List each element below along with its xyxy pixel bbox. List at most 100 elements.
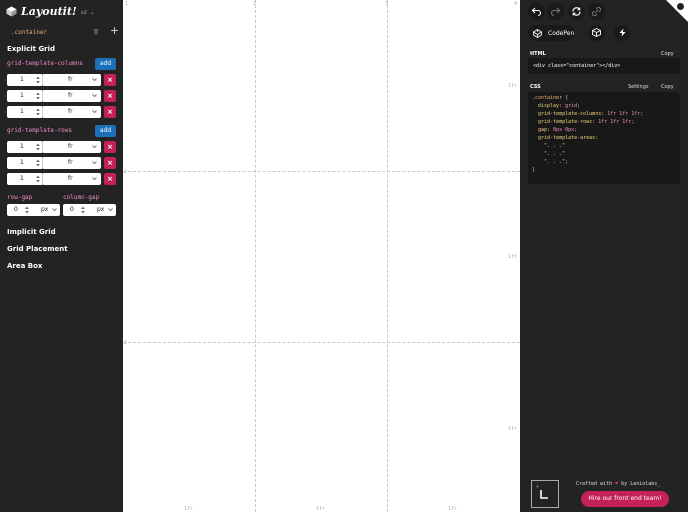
css-property: display: bbox=[538, 103, 563, 109]
css-property: gap: bbox=[538, 127, 551, 133]
column-unit-value: fr bbox=[68, 76, 73, 83]
row-size-input[interactable]: 1 bbox=[7, 173, 43, 185]
chevron-down-icon[interactable]: ⌄ bbox=[90, 9, 95, 16]
column-size-input[interactable]: 1 bbox=[7, 90, 43, 102]
column-unit-select[interactable]: fr bbox=[42, 90, 101, 102]
crafted-suffix[interactable]: by Leniolabs_ bbox=[621, 481, 660, 487]
codepen-button[interactable]: CodePen bbox=[528, 25, 575, 41]
css-line: grid-template-columns: 1fr 1fr 1fr; bbox=[532, 110, 680, 118]
stackblitz-button[interactable] bbox=[614, 25, 631, 41]
css-settings-button[interactable]: Settings bbox=[628, 84, 649, 90]
undo-icon bbox=[531, 7, 542, 17]
delete-row-button[interactable]: × bbox=[104, 173, 116, 185]
copy-css-button[interactable]: Copy bbox=[661, 84, 674, 90]
code-panel: CodePen HTML Copy <div class="container"… bbox=[520, 0, 688, 512]
spinner-icon[interactable] bbox=[36, 143, 40, 151]
codepen-icon bbox=[533, 28, 542, 38]
column-track-row: 1 fr × bbox=[7, 90, 116, 102]
spinner-icon[interactable] bbox=[81, 206, 85, 214]
css-code-box[interactable]: .container { display: grid; grid-templat… bbox=[528, 92, 680, 184]
row-line-number: 2 bbox=[124, 169, 128, 175]
brand[interactable]: Layoutit! v2 ⌄ bbox=[6, 4, 95, 18]
undo-button[interactable] bbox=[528, 3, 545, 20]
column-line-number: 1 bbox=[125, 1, 129, 7]
css-area-row: ". . ." bbox=[544, 151, 566, 157]
delete-column-button[interactable]: × bbox=[104, 106, 116, 118]
column-unit-value: fr bbox=[68, 108, 73, 115]
css-property: grid-template-rows: bbox=[538, 119, 596, 125]
plus-icon[interactable]: + bbox=[110, 24, 119, 37]
css-area-row: ". . ."; bbox=[544, 159, 569, 165]
css-value: grid; bbox=[565, 103, 581, 109]
column-unit-select[interactable]: fr bbox=[42, 106, 101, 118]
html-code-box[interactable]: <div class="container"></div> bbox=[528, 58, 680, 74]
chevron-down-icon bbox=[92, 177, 97, 181]
selected-container-name[interactable]: .container bbox=[11, 29, 47, 36]
row-size-value: 1 bbox=[20, 159, 24, 166]
grid-placement-heading[interactable]: Grid Placement bbox=[7, 245, 68, 253]
reset-button[interactable] bbox=[568, 3, 585, 20]
row-size-value: 1 bbox=[20, 143, 24, 150]
container-selector[interactable]: .container + bbox=[6, 24, 119, 38]
hire-team-button[interactable]: Hire our front end team! bbox=[581, 491, 669, 507]
row-unit-select[interactable]: fr bbox=[42, 141, 101, 153]
delete-column-button[interactable]: × bbox=[104, 90, 116, 102]
add-column-button[interactable]: add bbox=[95, 58, 116, 70]
codesandbox-button[interactable] bbox=[588, 25, 605, 41]
row-line bbox=[123, 342, 520, 343]
spinner-icon[interactable] bbox=[36, 159, 40, 167]
row-size-input[interactable]: 1 bbox=[7, 157, 43, 169]
row-unit-select[interactable]: fr bbox=[42, 173, 101, 185]
trash-icon[interactable] bbox=[93, 28, 99, 35]
css-value: 0px 0px; bbox=[553, 127, 578, 133]
column-size-value: 1 bbox=[20, 92, 24, 99]
columns-label: grid-template-columns bbox=[7, 60, 83, 67]
spinner-icon[interactable] bbox=[36, 108, 40, 116]
row-size-input[interactable]: 1 bbox=[7, 141, 43, 153]
css-heading: CSS bbox=[530, 84, 541, 90]
area-box-heading[interactable]: Area Box bbox=[7, 262, 42, 270]
chevron-down-icon bbox=[92, 94, 97, 98]
css-property: grid-template-columns: bbox=[538, 111, 605, 117]
delete-column-button[interactable]: × bbox=[104, 74, 116, 86]
column-unit-value: fr bbox=[68, 92, 73, 99]
css-value: 1fr 1fr 1fr; bbox=[598, 119, 635, 125]
row-gap-unit[interactable]: px bbox=[41, 206, 48, 213]
spinner-icon[interactable] bbox=[25, 206, 29, 214]
column-size-value: 1 bbox=[20, 108, 24, 115]
css-line: grid-template-rows: 1fr 1fr 1fr; bbox=[532, 118, 680, 126]
spinner-icon[interactable] bbox=[36, 92, 40, 100]
leniolabs-logo[interactable] bbox=[531, 480, 559, 508]
delete-row-button[interactable]: × bbox=[104, 141, 116, 153]
css-line: grid-template-areas: bbox=[532, 134, 680, 142]
cube-logo-icon bbox=[6, 5, 17, 17]
github-icon[interactable] bbox=[676, 2, 685, 11]
row-unit-value: fr bbox=[68, 159, 73, 166]
column-size-input[interactable]: 1 bbox=[7, 106, 43, 118]
column-gap-value: 0 bbox=[70, 206, 74, 213]
column-gap-label: column-gap bbox=[63, 194, 100, 201]
copy-html-button[interactable]: Copy bbox=[661, 51, 674, 57]
spinner-icon[interactable] bbox=[36, 175, 40, 183]
share-link-button[interactable] bbox=[588, 3, 605, 20]
column-size-input[interactable]: 1 bbox=[7, 74, 43, 86]
row-unit-select[interactable]: fr bbox=[42, 157, 101, 169]
explicit-grid-heading[interactable]: Explicit Grid bbox=[7, 45, 55, 53]
grid-canvas[interactable]: 1 2 3 4 2 3 1fr 1fr 1fr 1fr 1fr 1fr bbox=[123, 0, 520, 512]
implicit-grid-heading[interactable]: Implicit Grid bbox=[7, 228, 56, 236]
row-gap-input[interactable]: 0 px bbox=[7, 204, 60, 216]
heart-icon: ♥ bbox=[615, 481, 619, 487]
row-track-row: 1 fr × bbox=[7, 157, 116, 169]
spinner-icon[interactable] bbox=[36, 76, 40, 84]
column-gap-input[interactable]: 0 px bbox=[63, 204, 116, 216]
column-gap-unit[interactable]: px bbox=[97, 206, 104, 213]
chevron-down-icon bbox=[92, 110, 97, 114]
add-row-button[interactable]: add bbox=[95, 125, 116, 137]
chevron-down-icon bbox=[52, 208, 57, 212]
chevron-down-icon bbox=[92, 161, 97, 165]
redo-button[interactable] bbox=[547, 3, 564, 20]
column-track-row: 1 fr × bbox=[7, 74, 116, 86]
column-unit-select[interactable]: fr bbox=[42, 74, 101, 86]
css-line: display: grid; bbox=[532, 102, 680, 110]
delete-row-button[interactable]: × bbox=[104, 157, 116, 169]
